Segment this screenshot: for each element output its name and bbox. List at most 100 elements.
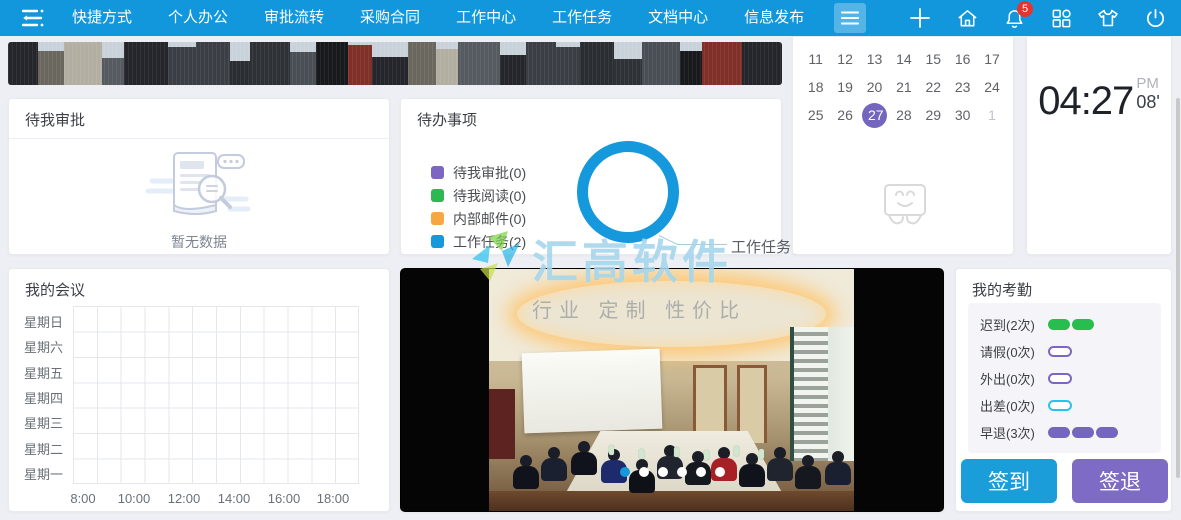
calendar-day[interactable]: 20 [860,73,889,101]
meetings-weekday-label: 星期五 [11,363,63,382]
calendar-day[interactable]: 19 [830,73,859,101]
attendance-label: 早退(3次) [980,423,1048,442]
nav-item-6[interactable]: 工作任务 [548,0,616,36]
attendance-stats: 迟到(2次) 请假(0次) 外出(0次) 出差(0次) 早退(3次) [968,303,1161,453]
attendance-bar [1048,400,1072,411]
theme-shirt-icon[interactable] [1096,6,1120,30]
apps-grid-icon[interactable] [1049,6,1073,30]
nav-item-1[interactable]: 快捷方式 [68,0,136,36]
calendar-day[interactable]: 22 [919,73,948,101]
nav-item-2[interactable]: 个人办公 [164,0,232,36]
calendar-day[interactable]: 29 [919,101,948,129]
legend-label: 工作任务(2) [453,232,526,252]
clock-seconds: 08' [1136,92,1159,113]
attendance-bar [1048,427,1118,438]
legend-label: 待我阅读(0) [453,186,526,206]
legend-item-1[interactable]: 待我审批(0) [431,161,526,184]
carousel-dot-5[interactable] [696,467,706,477]
carousel-dot-2[interactable] [639,467,649,477]
meetings-weekday-label: 星期六 [11,337,63,356]
check-out-button[interactable]: 签退 [1072,459,1168,503]
legend-label: 待我审批(0) [453,163,526,183]
meetings-hour-label: 10:00 [118,491,151,506]
meetings-weekday-label: 星期三 [11,413,63,432]
legend-swatch [431,235,444,248]
notifications-bell-icon[interactable]: 5 [1002,6,1026,30]
attendance-row: 迟到(2次) [980,317,1094,331]
calendar-day[interactable]: 24 [977,73,1006,101]
clock-time: 04:27 [1038,79,1133,124]
legend-label: 内部邮件(0) [453,209,526,229]
page-scrollbar[interactable] [1176,98,1180,478]
attendance-bar [1048,319,1094,330]
nav-item-3[interactable]: 审批流转 [260,0,328,36]
todo-legend: 待我审批(0) 待我阅读(0) 内部邮件(0) 工作任务(2) [431,161,526,253]
attendance-label: 外出(0次) [980,369,1048,388]
pending-approval-title: 待我审批 [9,99,389,139]
my-meetings-title: 我的会议 [9,269,389,308]
carousel-dot-3[interactable] [658,467,668,477]
donut-label-line [677,244,727,245]
calendar-day[interactable]: 11 [801,45,830,73]
calendar-empty-smiley-icon [877,179,933,236]
carousel-dot-1[interactable] [620,467,630,477]
carousel-dot-6[interactable] [715,467,725,477]
more-menu-button[interactable] [834,3,866,33]
attendance-bar [1048,373,1072,384]
calendar-day[interactable]: 28 [889,101,918,129]
clock-panel: 04:27 PM 08' [1026,36,1172,255]
attendance-pill [1072,319,1094,330]
notification-badge: 5 [1017,1,1033,17]
carousel-dot-4[interactable] [677,467,687,477]
add-icon[interactable] [908,6,932,30]
attendance-bar [1048,346,1072,357]
calendar-day[interactable]: 23 [948,73,977,101]
power-logout-icon[interactable] [1143,6,1167,30]
meetings-weekday-label: 星期二 [11,439,63,458]
news-carousel [400,268,944,512]
attendance-label: 请假(0次) [980,342,1048,361]
todo-panel: 待办事项 待我审批(0)待我阅读(0)内部邮件(0)工作任务(2) 工作任务(2… [400,98,782,255]
todo-donut-chart [577,141,679,243]
nav-item-4[interactable]: 采购合同 [356,0,424,36]
calendar-day[interactable]: 13 [860,45,889,73]
legend-item-4[interactable]: 工作任务(2) [431,230,526,253]
calendar-day[interactable]: 17 [977,45,1006,73]
calendar-day[interactable]: 27 [860,101,889,129]
pending-approval-panel: 待我审批 暂无数据 [8,98,390,255]
nav-item-5[interactable]: 工作中心 [452,0,520,36]
meetings-weekday-label: 星期日 [11,312,63,331]
calendar-week-row: 2526272829301 [801,101,1007,129]
calendar-day[interactable]: 1 [977,101,1006,129]
calendar-day[interactable]: 15 [919,45,948,73]
legend-swatch [431,189,444,202]
calendar-day[interactable]: 14 [889,45,918,73]
check-in-button[interactable]: 签到 [961,459,1057,503]
calendar-day[interactable]: 21 [889,73,918,101]
calendar-day[interactable]: 26 [830,101,859,129]
carousel-dots [401,467,943,477]
attendance-pill [1048,400,1072,411]
calendar-day[interactable]: 12 [830,45,859,73]
calendar-week-row: 18192021222324 [801,73,1007,101]
home-icon[interactable] [955,6,979,30]
calendar-day[interactable]: 18 [801,73,830,101]
attendance-label: 迟到(2次) [980,315,1048,334]
legend-item-2[interactable]: 待我阅读(0) [431,184,526,207]
calendar-day[interactable]: 16 [948,45,977,73]
calendar-day[interactable]: 30 [948,101,977,129]
meetings-hour-label: 16:00 [268,491,301,506]
attendance-label: 出差(0次) [980,396,1048,415]
nav-item-8[interactable]: 信息发布 [740,0,808,36]
donut-label-line [659,235,678,245]
legend-item-3[interactable]: 内部邮件(0) [431,207,526,230]
attendance-row: 外出(0次) [980,371,1072,385]
attendance-row: 出差(0次) [980,398,1072,412]
meetings-weekday-label: 星期一 [11,464,63,483]
meetings-hour-label: 14:00 [218,491,251,506]
my-meetings-panel: 我的会议 星期日星期六星期五星期四星期三星期二星期一8:0010:0012:00… [8,268,390,512]
attendance-panel: 我的考勤 迟到(2次)请假(0次)外出(0次)出差(0次)早退(3次) 签到 签… [955,268,1172,512]
nav-item-7[interactable]: 文档中心 [644,0,712,36]
calendar-day[interactable]: 25 [801,101,830,129]
collapse-menu-icon[interactable] [16,5,50,31]
